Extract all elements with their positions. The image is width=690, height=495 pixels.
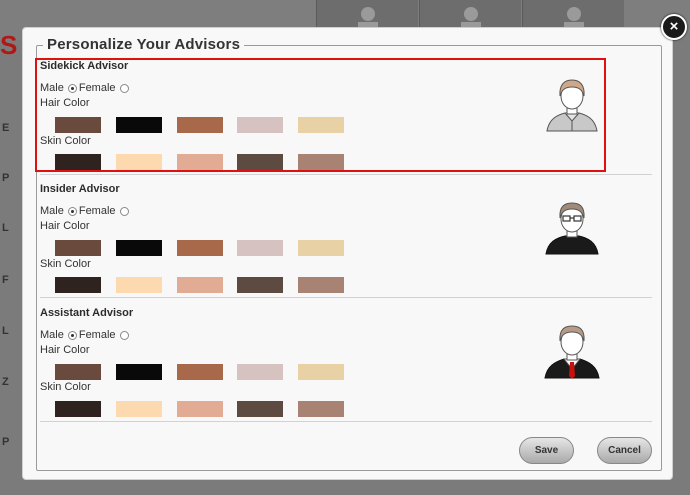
person-shirt-avatar-icon — [546, 79, 598, 132]
section-insider-advisor: Insider Advisor Male Female Hair Color S… — [40, 183, 652, 301]
cancel-button[interactable]: Cancel — [597, 437, 652, 464]
background-brand-fragment: S — [0, 30, 18, 60]
background-side-letter: E — [2, 122, 10, 134]
save-button[interactable]: Save — [519, 437, 574, 464]
section-title: Sidekick Advisor — [40, 60, 129, 72]
section-divider — [40, 297, 652, 298]
female-radio[interactable] — [119, 330, 129, 340]
hair-swatch-2[interactable] — [116, 364, 162, 380]
gender-selector: Male Female — [40, 205, 131, 217]
background-side-letter: P — [2, 436, 10, 448]
skin-swatch-4[interactable] — [237, 401, 283, 417]
skin-swatch-4[interactable] — [237, 277, 283, 293]
hair-swatch-5[interactable] — [298, 117, 344, 133]
female-label: Female — [78, 205, 116, 217]
close-icon: × — [669, 18, 679, 35]
background-tab-3 — [522, 0, 624, 30]
close-button[interactable]: × — [661, 14, 687, 40]
section-sidekick-advisor: Sidekick Advisor Male Female Hair Color … — [40, 60, 652, 178]
skin-swatch-4[interactable] — [237, 154, 283, 170]
skin-swatch-5[interactable] — [298, 277, 344, 293]
skin-swatch-5[interactable] — [298, 154, 344, 170]
hair-color-label: Hair Color — [40, 97, 90, 109]
background-side-letter: L — [2, 222, 9, 234]
male-label: Male — [40, 205, 64, 217]
skin-swatch-1[interactable] — [55, 277, 101, 293]
hair-swatch-1[interactable] — [55, 240, 101, 256]
person-suit-tie-avatar-icon — [544, 325, 600, 379]
section-assistant-advisor: Assistant Advisor Male Female Hair Color… — [40, 307, 652, 425]
female-radio[interactable] — [119, 206, 129, 216]
background-side-letter: F — [2, 274, 9, 286]
hair-swatch-1[interactable] — [55, 364, 101, 380]
skin-swatch-5[interactable] — [298, 401, 344, 417]
hair-swatch-3[interactable] — [177, 117, 223, 133]
skin-color-label: Skin Color — [40, 381, 91, 393]
male-radio[interactable] — [67, 83, 77, 93]
hair-color-label: Hair Color — [40, 220, 90, 232]
skin-color-label: Skin Color — [40, 135, 91, 147]
hair-swatch-4[interactable] — [237, 240, 283, 256]
hair-swatch-3[interactable] — [177, 364, 223, 380]
skin-swatch-2[interactable] — [116, 277, 162, 293]
background-tab-1 — [316, 0, 418, 30]
skin-swatch-1[interactable] — [55, 154, 101, 170]
skin-color-label: Skin Color — [40, 258, 91, 270]
skin-swatch-3[interactable] — [177, 277, 223, 293]
hair-swatch-5[interactable] — [298, 240, 344, 256]
female-label: Female — [78, 329, 116, 341]
section-divider — [40, 421, 652, 422]
person-glasses-avatar-icon — [545, 202, 599, 255]
background-avatar-icon — [461, 7, 481, 28]
hair-swatch-3[interactable] — [177, 240, 223, 256]
background-side-letter: P — [2, 172, 10, 184]
section-title: Insider Advisor — [40, 183, 120, 195]
female-label: Female — [78, 82, 116, 94]
section-divider — [40, 174, 652, 175]
hair-swatch-5[interactable] — [298, 364, 344, 380]
background-side-letter: L — [2, 325, 9, 337]
gender-selector: Male Female — [40, 82, 131, 94]
skin-swatch-3[interactable] — [177, 154, 223, 170]
skin-swatch-3[interactable] — [177, 401, 223, 417]
hair-color-label: Hair Color — [40, 344, 90, 356]
hair-swatch-4[interactable] — [237, 364, 283, 380]
dialog-title: Personalize Your Advisors — [43, 36, 245, 53]
background-tab-2 — [419, 0, 521, 30]
background-avatar-icon — [564, 7, 584, 28]
gender-selector: Male Female — [40, 329, 131, 341]
background-avatar-icon — [358, 7, 378, 28]
section-title: Assistant Advisor — [40, 307, 134, 319]
female-radio[interactable] — [119, 83, 129, 93]
hair-swatch-4[interactable] — [237, 117, 283, 133]
male-radio[interactable] — [67, 206, 77, 216]
hair-swatch-2[interactable] — [116, 240, 162, 256]
skin-swatch-2[interactable] — [116, 154, 162, 170]
male-label: Male — [40, 329, 64, 341]
male-label: Male — [40, 82, 64, 94]
male-radio[interactable] — [67, 330, 77, 340]
skin-swatch-1[interactable] — [55, 401, 101, 417]
hair-swatch-1[interactable] — [55, 117, 101, 133]
skin-swatch-2[interactable] — [116, 401, 162, 417]
background-side-letter: Z — [2, 376, 9, 388]
hair-swatch-2[interactable] — [116, 117, 162, 133]
